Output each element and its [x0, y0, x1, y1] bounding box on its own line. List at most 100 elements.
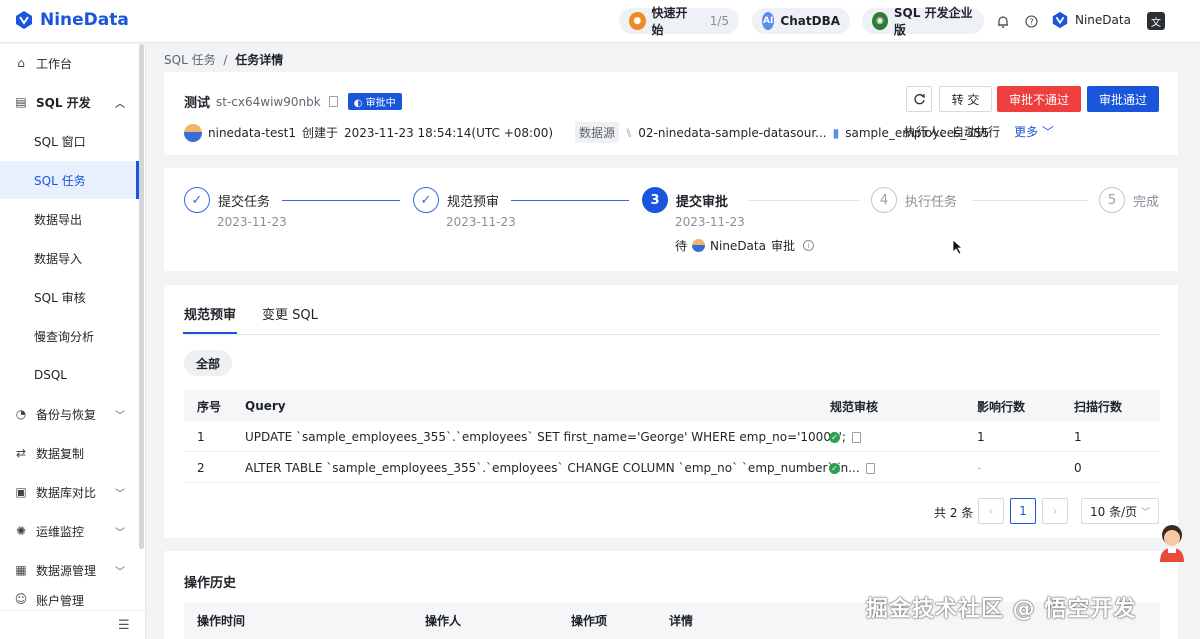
step-label: 执行任务 [905, 194, 958, 210]
brand-logo[interactable]: NineData [14, 10, 129, 30]
info-icon[interactable]: i [802, 240, 814, 251]
step-date: 2023-11-23 [217, 215, 287, 229]
sidebar-item-sql-review[interactable]: SQL 审核 [0, 278, 139, 316]
sidebar-item-workbench[interactable]: ⌂ 工作台 [0, 44, 139, 82]
datasource-label: 数据源 [575, 122, 620, 143]
sidebar-item-sql-dev[interactable]: ▤ SQL 开发 ︿ [0, 83, 139, 121]
reject-button[interactable]: 审批不通过 [997, 86, 1081, 112]
tab-divider [184, 334, 1160, 335]
mouse-cursor-icon [952, 239, 964, 255]
sidebar-item-backup[interactable]: ◔ 备份与恢复 ﹀ [0, 395, 139, 433]
sidebar-item-db-compare[interactable]: ▣ 数据库对比 ﹀ [0, 473, 139, 511]
account-icon: ☺ [14, 592, 28, 606]
row-scanned: 1 [1074, 430, 1082, 444]
pending-user: NineData [710, 238, 766, 253]
step-label: 提交审批 [676, 194, 729, 210]
sidebar-item-data-export[interactable]: 数据导出 [0, 200, 139, 238]
tab-precheck[interactable]: 规范预审 [184, 304, 236, 323]
collapse-menu-icon[interactable]: ☰ [118, 618, 130, 633]
sidebar-item-sql-window[interactable]: SQL 窗口 [0, 122, 139, 160]
copy-icon[interactable] [851, 431, 861, 443]
tab-change-sql[interactable]: 变更 SQL [262, 304, 318, 323]
sidebar-scrollbar[interactable] [139, 44, 144, 549]
sidebar-item-account[interactable]: ☺ 账户管理 [0, 592, 139, 610]
quick-start-progress: 1/5 [709, 14, 729, 28]
step-date: 2023-11-23 [446, 215, 516, 229]
query-text: ALTER TABLE `sample_employees_355`.`empl… [245, 461, 860, 475]
chevron-up-icon: ︿ [115, 98, 125, 110]
sidebar-item-data-import[interactable]: 数据导入 [0, 239, 139, 277]
avatar [184, 123, 202, 142]
creator-name: ninedata-test1 [208, 125, 296, 140]
row-no: 2 [197, 461, 205, 475]
quick-start-label: 快速开始 [651, 6, 688, 37]
col-header-check: 规范审核 [830, 399, 879, 414]
sidebar-item-label: DSQL [34, 368, 67, 382]
step-precheck: ✓ 规范预审 [413, 187, 499, 213]
globe-icon: ◉ [872, 12, 888, 30]
step-execute: 4 执行任务 [871, 187, 957, 213]
help-icon[interactable]: ? [1023, 13, 1039, 29]
breadcrumb: SQL 任务 / 任务详情 [164, 51, 283, 68]
step-number: 4 [871, 187, 897, 213]
check-icon: ✓ [184, 187, 210, 213]
page-number-button[interactable]: 1 [1010, 498, 1036, 524]
sidebar-item-label: 数据复制 [36, 446, 85, 461]
sidebar-item-label: 数据导入 [34, 251, 83, 266]
datasource-name[interactable]: 02-ninedata-sample-datasour... [638, 126, 826, 140]
avatar [692, 239, 706, 252]
breadcrumb-current: 任务详情 [235, 53, 284, 67]
col-header-no: 序号 [197, 399, 222, 414]
approve-label: 审批通过 [1098, 92, 1147, 107]
step-connector [282, 200, 400, 201]
page-size-value: 10 条/页 [1090, 504, 1138, 519]
brand-name: NineData [40, 10, 129, 30]
breadcrumb-parent[interactable]: SQL 任务 [164, 53, 216, 67]
sidebar-item-sql-task[interactable]: SQL 任务 [0, 161, 139, 199]
quick-start-button[interactable]: ● 快速开始 1/5 [619, 6, 739, 37]
translate-icon[interactable]: 文 [1147, 12, 1165, 30]
sidebar-item-slow-query[interactable]: 慢查询分析 [0, 317, 139, 355]
refresh-icon [913, 93, 925, 104]
task-id: st-cx64wiw90nbk [216, 94, 321, 109]
sidebar-item-datasource[interactable]: ▦ 数据源管理 ﹀ [0, 551, 139, 589]
sidebar-item-label: 备份与恢复 [36, 407, 97, 422]
filter-all-chip[interactable]: 全部 [184, 350, 233, 376]
step-submit-approval: 3 提交审批 [642, 187, 728, 213]
bell-icon[interactable] [995, 13, 1011, 29]
col-header-operator: 操作人 [425, 614, 462, 628]
approve-button[interactable]: 审批通过 [1087, 86, 1159, 112]
next-page-button[interactable]: › [1042, 498, 1068, 524]
transfer-button[interactable]: 转 交 [939, 86, 992, 112]
task-header-card: 测试 st-cx64wiw90nbk ◐ 审批中 ninedata-test1 … [164, 72, 1178, 155]
sidebar-item-replication[interactable]: ⇄ 数据复制 [0, 434, 139, 472]
chevron-left-icon: ‹ [988, 504, 994, 518]
chevron-down-icon: ﹀ [115, 527, 125, 539]
chatdba-button[interactable]: AI ChatDBA [752, 8, 850, 34]
datasource-icon: ⑊ [625, 125, 633, 140]
prev-page-button[interactable]: ‹ [978, 498, 1004, 524]
chevron-down-icon: ﹀ [115, 566, 125, 578]
pending-prefix: 待 [675, 239, 688, 253]
sidebar-item-label: 数据源管理 [36, 563, 97, 578]
chevron-down-icon: ﹀ [115, 410, 125, 422]
more-button[interactable]: 更多 ﹀ [1014, 123, 1054, 140]
refresh-button[interactable] [906, 86, 932, 112]
step-submit-task: ✓ 提交任务 [184, 187, 270, 213]
pending-suffix: 审批 [770, 239, 795, 253]
row-query: ALTER TABLE `sample_employees_355`.`empl… [245, 453, 875, 483]
step-label: 完成 [1133, 194, 1160, 210]
sidebar-item-monitoring[interactable]: ✺ 运维监控 ﹀ [0, 512, 139, 550]
replication-icon: ⇄ [15, 446, 27, 460]
user-menu[interactable]: NineData [1051, 11, 1131, 29]
copy-icon[interactable] [865, 462, 875, 474]
support-assistant-button[interactable] [1155, 522, 1189, 562]
copy-icon[interactable] [328, 96, 338, 107]
row-affected: 1 [977, 430, 985, 444]
edition-button[interactable]: ◉ SQL 开发企业版 [862, 6, 984, 37]
filter-label: 全部 [196, 356, 221, 371]
col-header-affected: 影响行数 [977, 399, 1026, 414]
sidebar-item-dsql[interactable]: DSQL [0, 356, 139, 394]
executor-value: 自动执行 [952, 125, 1001, 139]
page-size-select[interactable]: 10 条/页 ﹀ [1081, 498, 1159, 524]
